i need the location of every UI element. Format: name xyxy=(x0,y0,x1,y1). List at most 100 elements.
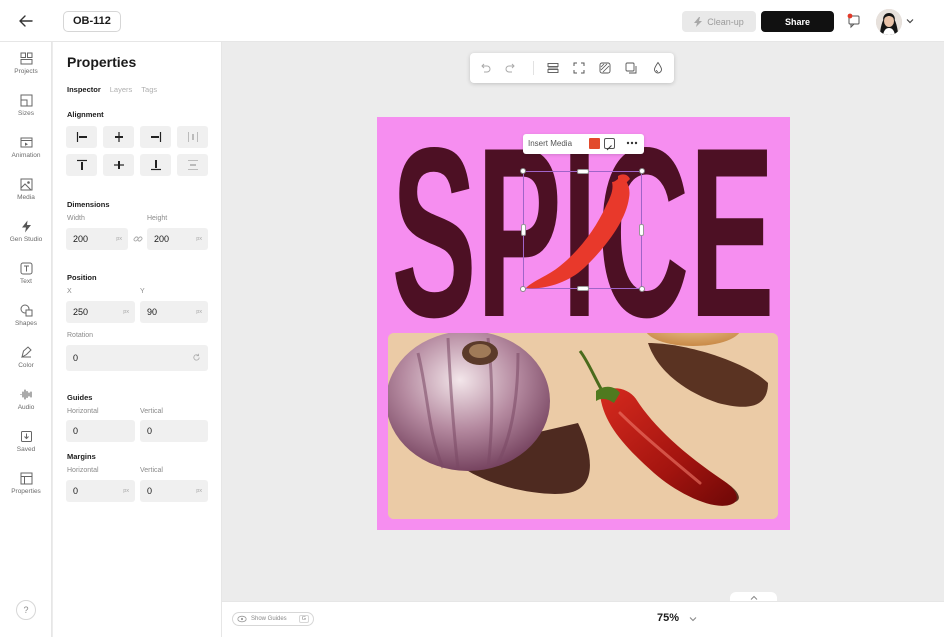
tab-inspector[interactable]: Inspector xyxy=(67,85,101,94)
remove-background-icon[interactable] xyxy=(598,61,612,75)
show-guides-label: Show Guides xyxy=(251,616,287,622)
tab-tags[interactable]: Tags xyxy=(141,85,157,94)
rotation-input[interactable]: 0 xyxy=(66,345,208,371)
duplicate-icon[interactable] xyxy=(624,61,638,75)
bottom-bar xyxy=(222,601,944,637)
align-middle-button[interactable] xyxy=(103,154,134,176)
margins-horizontal-input[interactable]: 0 px xyxy=(66,480,135,502)
margins-vertical-unit: px xyxy=(196,488,202,494)
help-button[interactable]: ? xyxy=(16,600,36,620)
toolbar-divider xyxy=(533,61,534,75)
margins-vertical-value: 0 xyxy=(147,486,153,496)
rail-item-gen-studio[interactable]: Gen Studio xyxy=(0,220,52,256)
guides-horizontal-value: 0 xyxy=(73,426,79,436)
rotation-label: Rotation xyxy=(67,332,94,339)
zoom-chevron-down-icon[interactable] xyxy=(688,614,698,624)
user-avatar[interactable] xyxy=(876,9,902,35)
redo-icon[interactable] xyxy=(504,61,518,75)
rail-label: Saved xyxy=(16,446,36,453)
insert-media-button[interactable]: Insert Media xyxy=(528,139,572,148)
left-rail: Projects Sizes Animation Media Gen Studi… xyxy=(0,42,52,637)
alignment-title: Alignment xyxy=(67,110,104,119)
resize-handle-bottom-left[interactable] xyxy=(520,286,526,292)
rail-item-saved[interactable]: Saved xyxy=(0,430,52,466)
rail-label: Color xyxy=(18,362,34,369)
rail-item-audio[interactable]: Audio xyxy=(0,388,52,424)
align-bottom-icon xyxy=(150,160,161,171)
cleanup-button[interactable]: Clean-up xyxy=(682,11,756,32)
resize-handle-top-left[interactable] xyxy=(520,168,526,174)
animation-icon xyxy=(20,137,32,148)
document-id[interactable]: OB-112 xyxy=(63,11,121,32)
gen-studio-icon xyxy=(21,220,31,233)
rotation-value: 0 xyxy=(73,353,79,363)
x-input[interactable]: 250 px xyxy=(66,301,135,323)
rail-item-sizes[interactable]: Sizes xyxy=(0,94,52,130)
rail-item-text[interactable]: Text xyxy=(0,262,52,298)
rail-label: Text xyxy=(20,278,32,285)
rail-label: Properties xyxy=(11,488,41,495)
rail-item-projects[interactable]: Projects xyxy=(0,52,52,88)
guides-horizontal-input[interactable]: 0 xyxy=(66,420,135,442)
margins-vertical-label: Vertical xyxy=(140,467,163,474)
eye-icon xyxy=(237,615,247,623)
rail-item-properties[interactable]: Properties xyxy=(0,472,52,508)
edit-button[interactable] xyxy=(604,138,615,151)
undo-icon[interactable] xyxy=(478,61,492,75)
align-center-horizontal-button[interactable] xyxy=(103,126,134,148)
distribute-vertical-button[interactable] xyxy=(177,154,208,176)
more-options-icon[interactable] xyxy=(625,137,639,149)
resize-handle-bottom-right[interactable] xyxy=(639,286,645,292)
lightning-icon xyxy=(694,16,703,27)
shortcut-key: G xyxy=(298,615,309,623)
layers-stack-icon[interactable] xyxy=(546,61,560,75)
align-bottom-button[interactable] xyxy=(140,154,171,176)
align-left-button[interactable] xyxy=(66,126,97,148)
align-left-icon xyxy=(76,132,87,142)
pencil-icon xyxy=(606,145,612,151)
text-icon xyxy=(20,262,32,275)
rail-item-animation[interactable]: Animation xyxy=(0,136,52,172)
comments-icon[interactable] xyxy=(846,13,862,29)
rail-item-shapes[interactable]: Shapes xyxy=(0,304,52,340)
width-label: Width xyxy=(67,215,85,222)
tab-layers[interactable]: Layers xyxy=(110,85,133,94)
audio-icon xyxy=(19,389,32,400)
rail-item-media[interactable]: Media xyxy=(0,178,52,214)
align-top-button[interactable] xyxy=(66,154,97,176)
distribute-horizontal-button[interactable] xyxy=(177,126,208,148)
chevron-down-icon[interactable] xyxy=(905,16,915,26)
rail-label: Shapes xyxy=(14,320,38,327)
properties-icon xyxy=(20,472,32,485)
margins-vertical-input[interactable]: 0 px xyxy=(140,480,208,502)
resize-handle-left[interactable] xyxy=(521,224,526,236)
y-label: Y xyxy=(140,288,145,295)
resize-handle-top[interactable] xyxy=(577,169,589,174)
resize-handle-top-right[interactable] xyxy=(639,168,645,174)
fill-color-swatch[interactable] xyxy=(589,138,600,149)
width-input[interactable]: 200 px xyxy=(66,228,128,250)
projects-icon xyxy=(20,52,32,65)
distribute-vertical-icon xyxy=(187,160,198,170)
element-context-toolbar: Insert Media xyxy=(523,134,644,154)
resize-handle-bottom[interactable] xyxy=(577,286,589,291)
rail-label: Gen Studio xyxy=(9,236,43,243)
align-right-button[interactable] xyxy=(140,126,171,148)
guides-vertical-input[interactable]: 0 xyxy=(140,420,208,442)
y-input[interactable]: 90 px xyxy=(140,301,208,323)
share-button[interactable]: Share xyxy=(761,11,834,32)
height-label: Height xyxy=(147,215,168,222)
link-dimensions-icon[interactable] xyxy=(133,234,143,244)
height-input[interactable]: 200 px xyxy=(147,228,208,250)
show-guides-toggle[interactable]: Show Guides G xyxy=(232,612,314,626)
resize-handle-right[interactable] xyxy=(639,224,644,236)
vegetable-photo[interactable] xyxy=(388,333,778,519)
zoom-level[interactable]: 75% xyxy=(657,612,679,624)
selected-element[interactable] xyxy=(520,168,645,292)
photo-illustration xyxy=(388,333,778,519)
rail-item-color[interactable]: Color xyxy=(0,346,52,382)
back-arrow-icon[interactable] xyxy=(16,11,36,31)
fill-drop-icon[interactable] xyxy=(651,61,665,75)
margins-title: Margins xyxy=(67,452,96,461)
crop-icon[interactable] xyxy=(572,61,586,75)
